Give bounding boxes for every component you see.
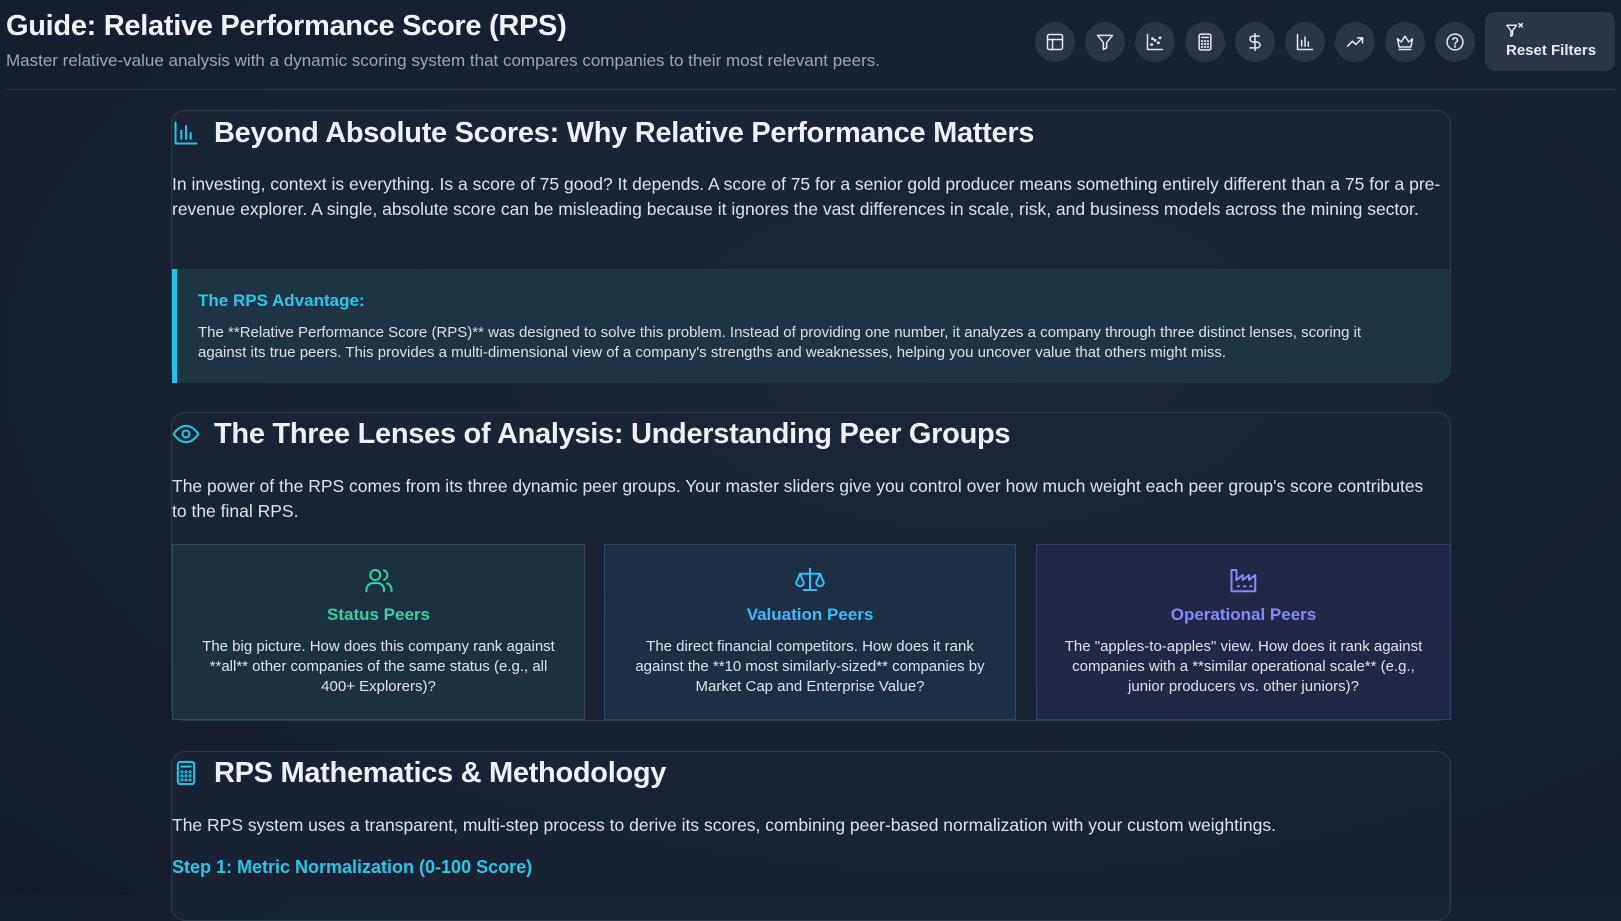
- callout-title: The RPS Advantage:: [198, 291, 365, 310]
- filter-icon: [1096, 34, 1114, 50]
- factory-icon: [1230, 569, 1256, 593]
- scatter-chart-icon: [1146, 33, 1164, 50]
- valuation-peers-title: Valuation Peers: [746, 605, 874, 624]
- scale-icon: [795, 567, 825, 591]
- section-title: The Three Lenses of Analysis: Understand…: [214, 417, 1011, 450]
- status-peers-card: Status Peers The big picture. How does t…: [172, 544, 585, 720]
- operational-peers-title: Operational Peers: [1170, 605, 1317, 624]
- step-1-title: Step 1: Metric Normalization (0-100 Scor…: [172, 857, 533, 877]
- trend-button[interactable]: [1335, 21, 1375, 62]
- section-rps-mathematics: RPS Mathematics & Methodology The RPS sy…: [171, 751, 1451, 921]
- table-icon: [1046, 33, 1064, 50]
- valuation-peers-card: Valuation Peers The direct financial com…: [604, 544, 1016, 720]
- toolbar: Reset Filters: [1025, 12, 1615, 71]
- section-body: The RPS system uses a transparent, multi…: [172, 815, 1276, 835]
- scatter-chart-button[interactable]: [1135, 21, 1175, 62]
- crown-icon: [1396, 34, 1414, 50]
- dollar-icon: [1249, 32, 1261, 51]
- page-title: Guide: Relative Performance Score (RPS): [6, 10, 567, 42]
- page-subtitle: Master relative-value analysis with a dy…: [6, 51, 880, 70]
- eye-icon: [172, 424, 200, 444]
- table-view-button[interactable]: [1035, 21, 1075, 62]
- callout-text: The **Relative Performance Score (RPS)**…: [198, 324, 1362, 361]
- filter-reset-icon: [1506, 22, 1524, 38]
- operational-peers-card: Operational Peers The "apples-to-apples"…: [1036, 544, 1451, 720]
- valuation-button[interactable]: [1235, 21, 1275, 62]
- section-header: Beyond Absolute Scores: Why Relative Per…: [172, 113, 1034, 153]
- rps-advantage-callout: The RPS Advantage: The **Relative Perfor…: [172, 269, 1450, 383]
- status-peers-title: Status Peers: [327, 605, 430, 624]
- page-header: Guide: Relative Performance Score (RPS) …: [6, 0, 1615, 90]
- section-body: In investing, context is everything. Is …: [172, 174, 1441, 219]
- users-icon: [365, 569, 393, 593]
- section-header: RPS Mathematics & Methodology: [172, 753, 666, 793]
- reset-filters-label: Reset Filters: [1506, 42, 1597, 59]
- status-peers-description: The big picture. How does this company r…: [202, 638, 555, 695]
- section-header: The Three Lenses of Analysis: Understand…: [172, 414, 1011, 454]
- calculator-icon: [176, 760, 196, 786]
- bar-chart-button[interactable]: [1285, 21, 1325, 62]
- help-icon: [1446, 32, 1464, 51]
- section-title: RPS Mathematics & Methodology: [214, 756, 667, 789]
- trending-up-icon: [1346, 36, 1364, 47]
- valuation-peers-description: The direct financial competitors. How do…: [635, 638, 985, 695]
- operational-peers-description: The "apples-to-apples" view. How does it…: [1064, 638, 1423, 695]
- section-three-lenses: The Three Lenses of Analysis: Understand…: [171, 412, 1451, 721]
- filter-button[interactable]: [1085, 21, 1125, 62]
- reset-filters-button[interactable]: Reset Filters: [1485, 12, 1615, 71]
- help-button[interactable]: [1435, 21, 1475, 62]
- section-body: The power of the RPS comes from its thre…: [172, 476, 1424, 521]
- bar-chart-icon: [1296, 33, 1314, 50]
- section-title: Beyond Absolute Scores: Why Relative Per…: [214, 116, 1035, 149]
- calculator-icon: [1198, 32, 1212, 51]
- leaders-button[interactable]: [1385, 21, 1425, 62]
- bar-chart-icon: [174, 121, 198, 145]
- section-absolute-scores: Beyond Absolute Scores: Why Relative Per…: [171, 110, 1451, 383]
- calculator-button[interactable]: [1185, 21, 1225, 62]
